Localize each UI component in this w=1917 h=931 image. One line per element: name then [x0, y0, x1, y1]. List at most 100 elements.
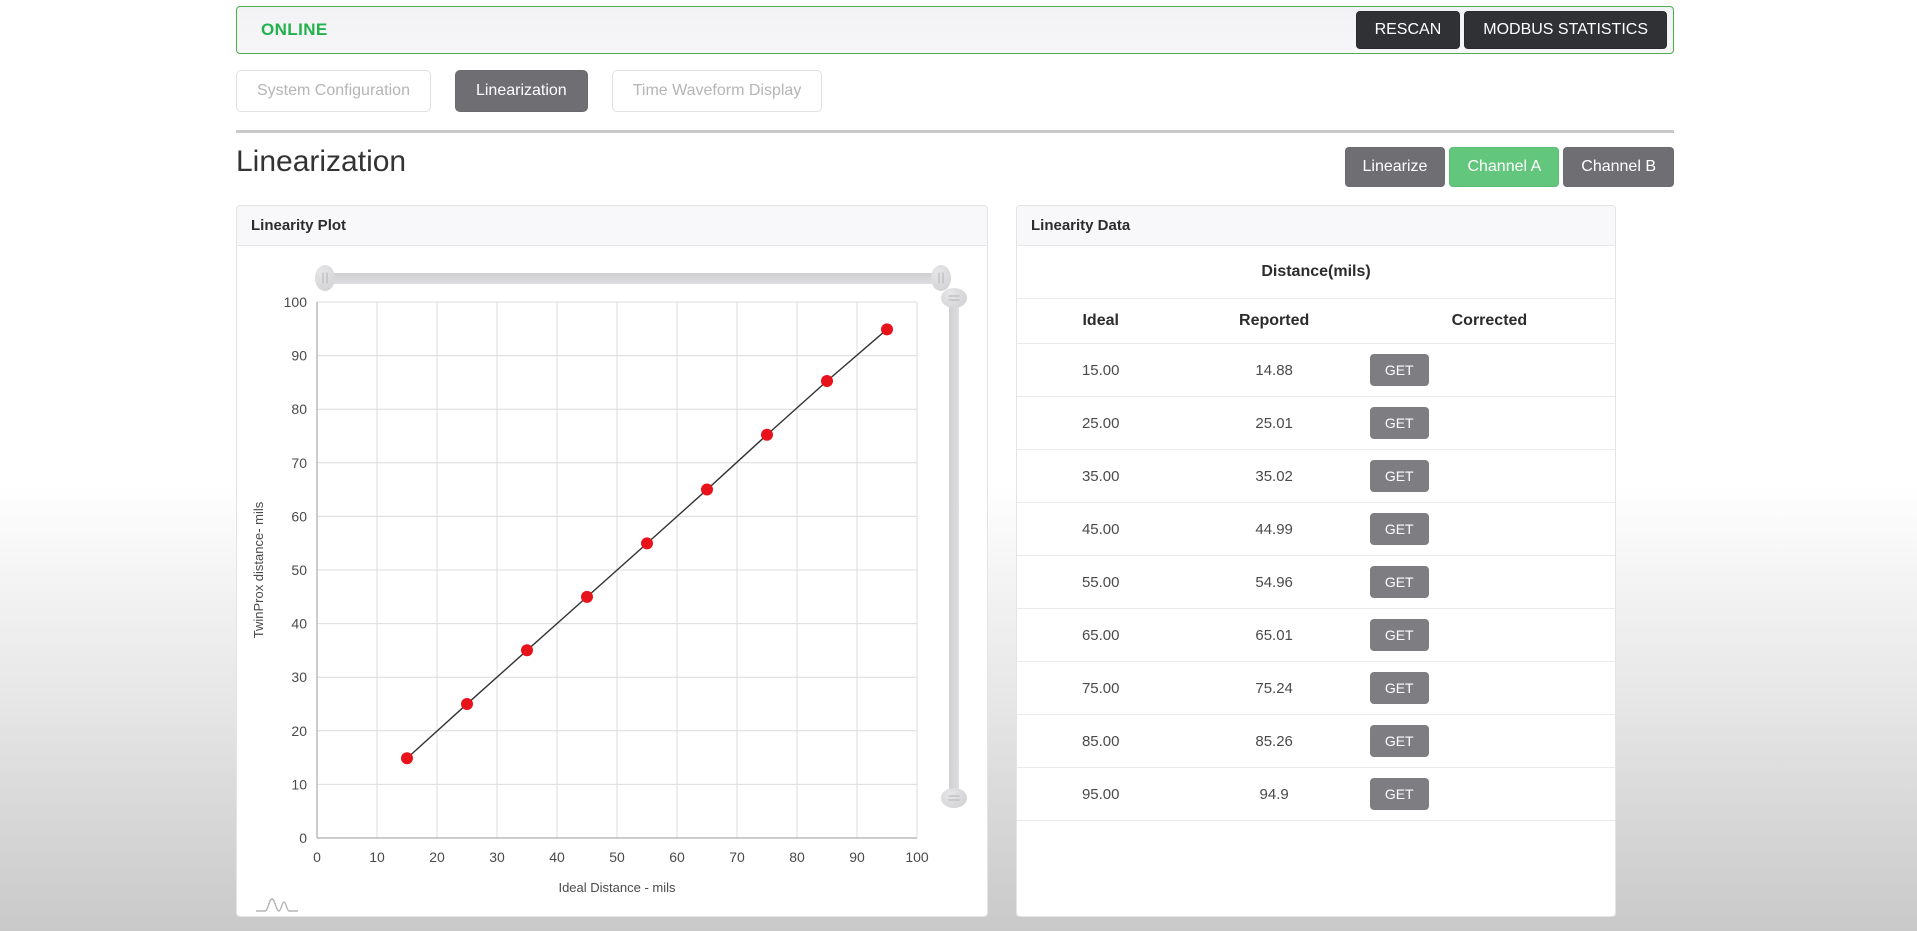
table-row: 25.00 25.01 GET: [1017, 396, 1615, 450]
cell-corrected: GET: [1363, 396, 1615, 450]
get-button[interactable]: GET: [1369, 619, 1429, 651]
tab-bar: System Configuration Linearization Time …: [236, 70, 1674, 124]
data-point[interactable]: [821, 375, 833, 388]
column-header-ideal: Ideal: [1017, 298, 1185, 344]
status-actions: RESCAN MODBUS STATISTICS: [1355, 11, 1667, 49]
page-container: ONLINE RESCAN MODBUS STATISTICS System C…: [236, 0, 1674, 917]
table-group-header-row: Distance(mils): [1017, 246, 1615, 299]
get-button[interactable]: GET: [1369, 672, 1429, 704]
get-button[interactable]: GET: [1369, 566, 1429, 598]
linearity-plot-panel: Linearity Plot 0 10 20 30 40 50 60 70 80…: [236, 205, 988, 917]
tab-time-waveform-display[interactable]: Time Waveform Display: [611, 70, 823, 112]
cell-corrected: GET: [1363, 608, 1615, 662]
content-panels: Linearity Plot 0 10 20 30 40 50 60 70 80…: [236, 205, 1674, 917]
table-row: 15.00 14.88 GET: [1017, 343, 1615, 397]
table-row: 65.00 65.01 GET: [1017, 608, 1615, 662]
column-header-reported: Reported: [1184, 298, 1364, 344]
cell-corrected: GET: [1363, 449, 1615, 503]
x-tick-label: 50: [609, 849, 625, 865]
y-tick-label: 70: [291, 455, 307, 471]
cell-reported: 85.26: [1184, 714, 1364, 768]
data-point[interactable]: [581, 590, 593, 603]
x-tick-label: 90: [849, 849, 865, 865]
linearity-chart: 0 10 20 30 40 50 60 70 80 90 100 0 10 20 30 40 50 60 70 80 9…: [245, 292, 945, 910]
tab-linearization[interactable]: Linearization: [454, 70, 588, 112]
y-tick-label: 0: [299, 830, 307, 846]
cell-reported: 25.01: [1184, 396, 1364, 450]
cell-ideal: 35.00: [1017, 449, 1185, 503]
cell-ideal: 45.00: [1017, 502, 1185, 556]
cell-ideal: 75.00: [1017, 661, 1185, 715]
cell-reported: 65.01: [1184, 608, 1364, 662]
get-button[interactable]: GET: [1369, 460, 1429, 492]
linearity-chart-svg: 0 10 20 30 40 50 60 70 80 90 100 0 10 20 30 40 50 60 70 80 9…: [251, 294, 929, 895]
linearity-plot-title: Linearity Plot: [237, 206, 987, 246]
data-point[interactable]: [701, 483, 713, 496]
cell-ideal: 85.00: [1017, 714, 1185, 768]
x-tick-label: 30: [489, 849, 505, 865]
get-button[interactable]: GET: [1369, 407, 1429, 439]
rescan-button[interactable]: RESCAN: [1355, 11, 1461, 49]
x-range-slider[interactable]: [315, 265, 951, 291]
data-point[interactable]: [881, 323, 893, 336]
cell-ideal: 15.00: [1017, 343, 1185, 397]
x-range-slider-handle-low[interactable]: [315, 265, 335, 291]
grip-icon: [948, 795, 960, 801]
waveform-icon[interactable]: [255, 896, 299, 914]
x-tick-label: 70: [729, 849, 745, 865]
y-tick-label: 80: [291, 401, 307, 417]
y-tick-label: 60: [291, 508, 307, 524]
channel-b-button[interactable]: Channel B: [1563, 147, 1674, 187]
linearize-button[interactable]: Linearize: [1344, 147, 1446, 187]
data-point[interactable]: [401, 752, 413, 765]
data-point[interactable]: [521, 644, 533, 657]
data-point[interactable]: [461, 697, 473, 710]
app-root: ONLINE RESCAN MODBUS STATISTICS System C…: [0, 0, 1917, 931]
modbus-statistics-button[interactable]: MODBUS STATISTICS: [1464, 11, 1667, 49]
y-range-slider-track[interactable]: [949, 296, 959, 800]
channel-a-button[interactable]: Channel A: [1449, 147, 1560, 187]
get-button[interactable]: GET: [1369, 354, 1429, 386]
y-tick-label: 20: [291, 723, 307, 739]
y-tick-label: 90: [291, 348, 307, 364]
y-tick-label: 30: [291, 669, 307, 685]
cell-corrected: GET: [1363, 714, 1615, 768]
grip-icon: [938, 272, 944, 284]
table-row: 45.00 44.99 GET: [1017, 502, 1615, 556]
get-button[interactable]: GET: [1369, 725, 1429, 757]
cell-ideal: 25.00: [1017, 396, 1185, 450]
linearity-table-body: 15.00 14.88 GET 25.00 25.01 GET 35.00 35.02 GET 4…: [1017, 343, 1615, 821]
get-button[interactable]: GET: [1369, 778, 1429, 810]
table-row: 95.00 94.9 GET: [1017, 767, 1615, 821]
cell-reported: 44.99: [1184, 502, 1364, 556]
y-axis-label: TwinProx distance- mils: [251, 501, 266, 638]
cell-reported: 35.02: [1184, 449, 1364, 503]
data-point[interactable]: [761, 428, 773, 441]
tab-system-configuration[interactable]: System Configuration: [236, 70, 431, 112]
x-tick-label: 20: [429, 849, 445, 865]
grip-icon: [322, 272, 328, 284]
page-header: Linearization Linearize Channel A Channe…: [236, 130, 1674, 187]
cell-corrected: GET: [1363, 343, 1615, 397]
table-row: 75.00 75.24 GET: [1017, 661, 1615, 715]
y-tick-label: 100: [284, 294, 308, 310]
y-tick-label: 50: [291, 562, 307, 578]
x-range-slider-track[interactable]: [321, 273, 945, 284]
get-button[interactable]: GET: [1369, 513, 1429, 545]
plot-body: 0 10 20 30 40 50 60 70 80 90 100 0 10 20 30 40 50 60 70 80 9…: [237, 246, 987, 918]
cell-ideal: 65.00: [1017, 608, 1185, 662]
status-bar: ONLINE RESCAN MODBUS STATISTICS: [236, 6, 1674, 54]
cell-ideal: 95.00: [1017, 767, 1185, 821]
table-row: 35.00 35.02 GET: [1017, 449, 1615, 503]
y-tick-label: 10: [291, 776, 307, 792]
table-row: 85.00 85.26 GET: [1017, 714, 1615, 768]
page-header-actions: Linearize Channel A Channel B: [1344, 147, 1674, 187]
cell-corrected: GET: [1363, 502, 1615, 556]
cell-corrected: GET: [1363, 767, 1615, 821]
cell-corrected: GET: [1363, 661, 1615, 715]
cell-reported: 94.9: [1184, 767, 1364, 821]
data-point[interactable]: [641, 537, 653, 550]
column-header-corrected: Corrected: [1363, 298, 1615, 344]
x-tick-label: 40: [549, 849, 565, 865]
y-tick-label: 40: [291, 616, 307, 632]
